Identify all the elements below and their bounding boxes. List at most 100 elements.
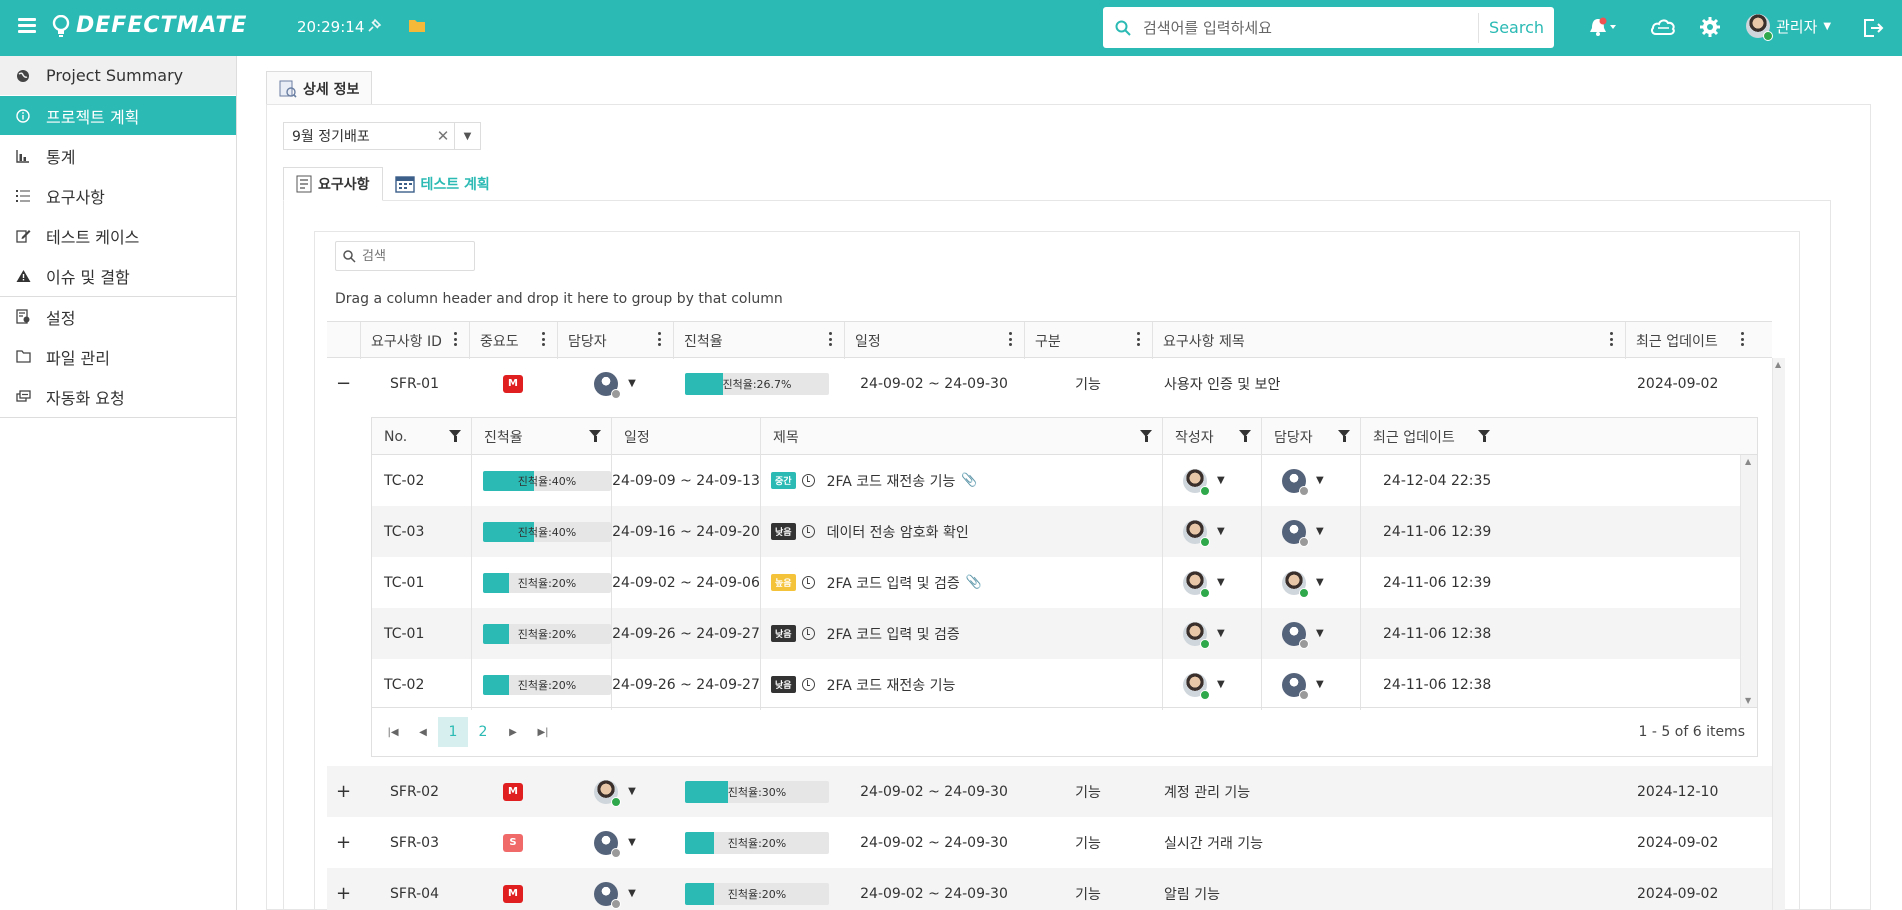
title-cell[interactable]: 높음 2FA 코드 입력 및 검증 📎 [760,557,1162,608]
sidebar-item-project-summary[interactable]: Project Summary [0,56,236,96]
assignee-cell[interactable]: ▼ [1261,608,1360,659]
search-input[interactable] [1143,12,1479,43]
column-menu-icon[interactable] [657,332,661,346]
sidebar-item-automation[interactable]: 자동화 요청 [0,377,236,417]
column-menu-icon[interactable] [1609,332,1613,346]
title-cell[interactable]: 낮음 데이터 전송 암호화 확인 [760,506,1162,557]
pin-icon[interactable] [366,18,382,38]
chevron-down-icon[interactable]: ▼ [628,378,636,389]
assignee-cell[interactable]: ▼ [557,868,673,910]
tc-title[interactable]: 데이터 전송 암호화 확인 [827,522,969,542]
tab-requirements[interactable]: 요구사항 [283,167,383,201]
scroll-up-icon[interactable]: ▲ [1745,457,1751,466]
filter-icon[interactable] [449,430,461,442]
filter-icon[interactable] [1140,430,1152,442]
assignee-cell[interactable]: ▼ [1261,506,1360,557]
writer-cell[interactable]: ▼ [1162,659,1261,710]
chevron-down-icon[interactable]: ▼ [1316,526,1324,537]
dropdown-arrow-icon[interactable]: ▼ [454,123,480,149]
header-assignee[interactable]: 담당자 [1261,418,1360,455]
table-row[interactable]: + SFR-03 S ▼ 진척율:20% 24-09-02 ~ 24-09-30… [327,817,1772,868]
writer-cell[interactable]: ▼ [1162,608,1261,659]
header-progress[interactable]: 진척율 [471,418,611,455]
table-row[interactable]: + SFR-02 M ▼ 진척율:30% 24-09-02 ~ 24-09-30… [327,766,1772,817]
writer-cell[interactable]: ▼ [1162,455,1261,506]
prev-page-icon[interactable]: ◀ [408,717,438,747]
filter-icon[interactable] [1239,430,1251,442]
header-no[interactable]: No. [372,418,471,455]
table-row[interactable]: + SFR-04 M ▼ 진척율:20% 24-09-02 ~ 24-09-30… [327,868,1772,910]
chevron-down-icon[interactable]: ▼ [1316,577,1324,588]
title-cell[interactable]: 낮음 2FA 코드 재전송 기능 [760,659,1162,710]
title-cell[interactable]: 낮음 2FA 코드 입력 및 검증 [760,608,1162,659]
header-schedule[interactable]: 일정 [611,418,760,455]
tc-title[interactable]: 2FA 코드 재전송 기능 [827,675,956,695]
tc-title[interactable]: 2FA 코드 입력 및 검증 [827,624,960,644]
user-menu[interactable]: 관리자 ▼ [1746,14,1831,41]
logout-icon[interactable] [1862,17,1884,43]
assignee-cell[interactable]: ▼ [1261,659,1360,710]
clear-icon[interactable]: ✕ [432,127,454,145]
sidebar-item-issues[interactable]: 이슈 및 결함 [0,256,236,296]
table-row[interactable]: TC-01 진척율:20% 24-09-26 ~ 24-09-27 낮음 2FA… [372,608,1740,659]
sidebar-item-requirements[interactable]: 요구사항 [0,176,236,216]
header-req-id[interactable]: 요구사항 ID [360,322,469,359]
sidebar-item-test-cases[interactable]: 테스트 케이스 [0,216,236,256]
chevron-down-icon[interactable]: ▼ [628,786,636,797]
sidebar-item-file-management[interactable]: 파일 관리 [0,337,236,377]
chevron-down-icon[interactable]: ▼ [628,888,636,899]
page-1-button[interactable]: 1 [438,717,468,747]
req-title[interactable]: 사용자 인증 및 보안 [1152,358,1625,409]
writer-cell[interactable]: ▼ [1162,557,1261,608]
tab-test-plan[interactable]: 테스트 계획 [383,167,502,201]
cloud-icon[interactable] [1650,16,1676,40]
detail-scrollbar[interactable]: ▲ ▼ [1740,455,1757,707]
row-expander[interactable]: + [327,766,360,817]
chevron-down-icon[interactable]: ▼ [1316,679,1324,690]
chevron-down-icon[interactable]: ▼ [1217,628,1225,639]
sidebar-item-settings[interactable]: 설정 [0,297,236,337]
req-title[interactable]: 계정 관리 기능 [1152,766,1625,817]
chevron-down-icon[interactable]: ▼ [1316,475,1324,486]
row-expander[interactable]: + [327,817,360,868]
folder-icon[interactable] [408,18,426,37]
filter-icon[interactable] [589,430,601,442]
page-2-button[interactable]: 2 [468,717,498,747]
tc-title[interactable]: 2FA 코드 재전송 기능 [827,471,956,491]
assignee-cell[interactable]: ▼ [1261,455,1360,506]
first-page-icon[interactable]: |◀ [378,717,408,747]
sidebar-item-statistics[interactable]: 통계 [0,136,236,176]
assignee-cell[interactable]: ▼ [557,766,673,817]
row-expander[interactable]: − [327,358,360,409]
table-row[interactable]: TC-02 진척율:20% 24-09-26 ~ 24-09-27 낮음 2FA… [372,659,1740,710]
chevron-down-icon[interactable]: ▼ [1217,577,1225,588]
release-select[interactable]: 9월 정기배포 ✕ ▼ [283,122,481,150]
header-writer[interactable]: 작성자 [1162,418,1261,455]
header-assignee[interactable]: 담당자 [557,322,673,359]
scroll-down-icon[interactable]: ▼ [1745,696,1751,705]
grid-scrollbar[interactable]: ▲ [1772,358,1785,910]
search-button[interactable]: Search [1478,12,1554,43]
grid-search-input[interactable] [362,248,462,264]
req-title[interactable]: 실시간 거래 기능 [1152,817,1625,868]
header-priority[interactable]: 중요도 [469,322,557,359]
tab-detail-info[interactable]: 상세 정보 [266,71,373,105]
column-menu-icon[interactable] [541,332,545,346]
group-panel-hint[interactable]: Drag a column header and drop it here to… [335,291,783,307]
chevron-down-icon[interactable]: ▼ [1217,526,1225,537]
chevron-down-icon[interactable]: ▼ [1316,628,1324,639]
column-menu-icon[interactable] [1136,332,1140,346]
column-menu-icon[interactable] [1008,332,1012,346]
title-cell[interactable]: 중간 2FA 코드 재전송 기능 📎 [760,455,1162,506]
column-menu-icon[interactable] [828,332,832,346]
table-row[interactable]: TC-03 진척율:40% 24-09-16 ~ 24-09-20 낮음 데이터… [372,506,1740,557]
chevron-down-icon[interactable]: ▼ [1217,475,1225,486]
menu-icon[interactable] [18,18,36,34]
req-title[interactable]: 알림 기능 [1152,868,1625,910]
table-row[interactable]: TC-02 진척율:40% 24-09-09 ~ 24-09-13 중간 2FA… [372,455,1740,506]
sidebar-item-project-plan[interactable]: 프로젝트 계획 [0,96,236,136]
tc-title[interactable]: 2FA 코드 입력 및 검증 [827,573,960,593]
paperclip-icon[interactable]: 📎 [961,473,977,488]
header-updated[interactable]: 최근 업데이트 [1625,322,1756,359]
filter-icon[interactable] [1338,430,1350,442]
